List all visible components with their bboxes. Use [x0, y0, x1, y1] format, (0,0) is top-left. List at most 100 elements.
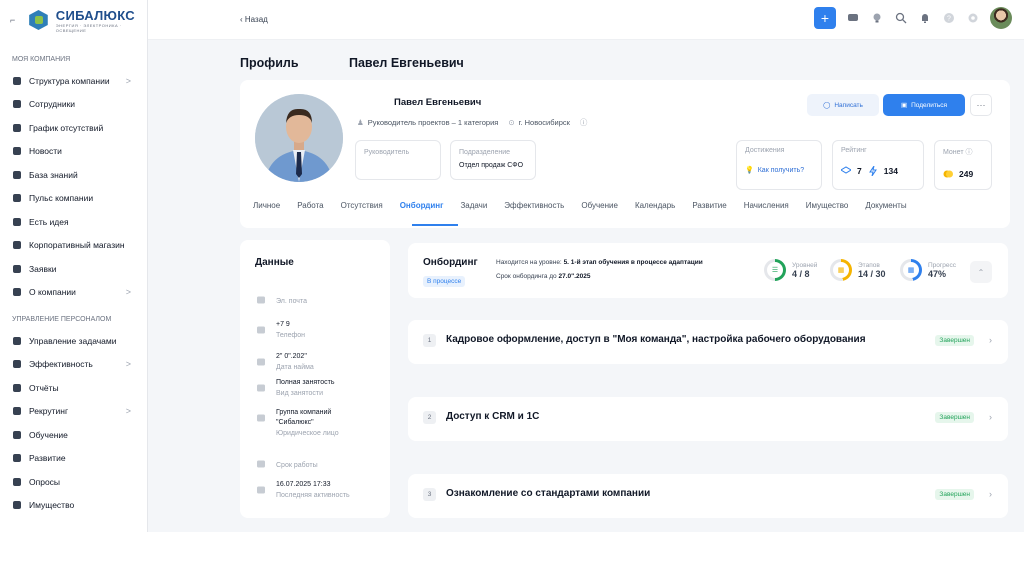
tab[interactable]: Начисления [744, 201, 789, 210]
sidebar-item[interactable]: Структура компании > [0, 69, 147, 93]
sidebar-item[interactable]: Есть идея [0, 210, 147, 234]
search-icon[interactable] [894, 11, 908, 25]
report-icon [12, 383, 22, 393]
location-icon: ⊙ [508, 118, 515, 127]
sidebar-item[interactable]: Эффективность > [0, 353, 147, 377]
share-icon: ▣ [900, 102, 908, 109]
info-icon[interactable]: ⓘ [580, 117, 588, 128]
logo-icon [29, 10, 48, 30]
manager-label: Руководитель [364, 149, 410, 156]
tab[interactable]: Онбординг [400, 201, 444, 210]
manager-box[interactable]: Руководитель [355, 140, 441, 180]
tab[interactable]: Задачи [460, 201, 487, 210]
onboarding-level: Находится на уровне: 5. 1-й этап обучени… [496, 259, 703, 266]
logo-row: ⌐ СИБАЛЮКС ЭНЕРГИЯ · ЭЛЕКТРОНИКА · ОСВЕЩ… [0, 0, 147, 40]
division-value: Отдел продаж СФО [459, 162, 524, 169]
progress-grid-icon: ▦ [903, 262, 919, 278]
tab[interactable]: Работа [297, 201, 323, 210]
help-icon[interactable]: ? [942, 11, 956, 25]
sidebar: ⌐ СИБАЛЮКС ЭНЕРГИЯ · ЭЛЕКТРОНИКА · ОСВЕЩ… [0, 0, 148, 532]
sidebar-item[interactable]: О компании > [0, 281, 147, 305]
stages-ring: ▦ [830, 259, 852, 281]
share-button[interactable]: ▣ Поделиться [883, 94, 965, 116]
tab[interactable]: Имущество [806, 201, 849, 210]
sidebar-item[interactable]: Пульс компании [0, 187, 147, 211]
stage-number: 1 [423, 334, 436, 347]
more-button[interactable]: ··· [970, 94, 992, 116]
progress-ring: ▦ [900, 259, 922, 281]
request-icon [12, 264, 22, 274]
sidebar-item[interactable]: Рекрутинг > [0, 400, 147, 424]
bulb-icon [12, 217, 22, 227]
chat-icon[interactable] [846, 11, 860, 25]
sidebar-item-label: Отчёты [29, 382, 59, 393]
message-icon: ◯ [823, 102, 831, 109]
onboarding-summary: Онбординг В процессе Находится на уровне… [408, 243, 1008, 298]
rating-label: Рейтинг [841, 147, 867, 154]
achievements-link[interactable]: 💡 Как получить? [745, 166, 813, 175]
tab[interactable]: Календарь [635, 201, 675, 210]
write-button[interactable]: ◯ Написать [807, 94, 879, 116]
stage-card-2[interactable]: 2 Доступ к CRM и 1С Завершен › [408, 397, 1008, 441]
stage-number: 2 [423, 411, 436, 424]
sidebar-item[interactable]: Развитие [0, 447, 147, 471]
bell-icon[interactable] [918, 11, 932, 25]
division-box[interactable]: Подразделение Отдел продаж СФО [450, 140, 536, 180]
tab[interactable]: Отсутствия [341, 201, 383, 210]
data-field-label: Телефон [276, 332, 306, 340]
sidebar-item[interactable]: Опросы [0, 470, 147, 494]
top-actions: + ? [814, 7, 1012, 29]
create-button[interactable]: + [814, 7, 836, 29]
levels-ring: ☰ [764, 259, 786, 281]
stage-card-3[interactable]: 3 Ознакомление со стандартами компании З… [408, 474, 1008, 518]
coins-box: Монет ⓘ 249 [934, 140, 992, 190]
mail-icon [256, 292, 266, 304]
onboarding-title: Онбординг [423, 257, 478, 268]
lightning-icon [868, 166, 878, 176]
sidebar-item-label: Обучение [29, 429, 68, 440]
sidebar-item[interactable]: Корпоративный магазин [0, 234, 147, 258]
chevron-right-icon[interactable]: › [989, 335, 992, 345]
stage-card-1[interactable]: 1 Кадровое оформление, доступ в "Моя ком… [408, 320, 1008, 364]
tab[interactable]: Развитие [692, 201, 726, 210]
tab[interactable]: Эффективность [504, 201, 564, 210]
person-name: Павел Евгеньевич [394, 97, 482, 108]
nav-group-hr: Управление задачами Эффективность > Отчёты Р… [0, 329, 147, 517]
sidebar-item-label: Пульс компании [29, 193, 94, 204]
tab[interactable]: Обучение [581, 201, 618, 210]
sidebar-item[interactable]: График отсутствий [0, 116, 147, 140]
settings-icon[interactable] [966, 11, 980, 25]
chevron-right-icon[interactable]: › [989, 412, 992, 422]
profile-tabs: Личное Работа Отсутствия Онбординг Задачи Эфф… [253, 201, 907, 210]
bulb-icon[interactable] [870, 11, 884, 25]
back-link[interactable]: ‹ Назад [240, 15, 268, 24]
sidebar-item[interactable]: Отчёты [0, 376, 147, 400]
tab[interactable]: Документы [865, 201, 906, 210]
data-field: Эл. почта [256, 290, 307, 305]
structure-icon [12, 76, 22, 86]
chevron-right-icon[interactable]: › [989, 489, 992, 499]
briefcase-icon [256, 380, 266, 392]
sidebar-item-label: Опросы [29, 476, 61, 487]
sidebar-item[interactable]: Имущество [0, 494, 147, 518]
sidebar-item-label: Эффективность [29, 359, 93, 370]
collapse-icon[interactable]: ⌃ [970, 261, 992, 283]
division-label: Подразделение [459, 149, 511, 156]
activity-icon [256, 482, 266, 494]
sidebar-item[interactable]: Новости [0, 140, 147, 164]
stages-value: 14 / 30 [858, 268, 886, 279]
collapse-sidebar-icon[interactable]: ⌐ [10, 15, 21, 25]
sidebar-item[interactable]: Обучение [0, 423, 147, 447]
sidebar-item[interactable]: База знаний [0, 163, 147, 187]
efficiency-icon [12, 359, 22, 369]
education-icon [12, 430, 22, 440]
sidebar-item[interactable]: Заявки [0, 257, 147, 281]
sidebar-item[interactable]: Сотрудники [0, 93, 147, 117]
sidebar-item-label: Управление задачами [29, 335, 117, 346]
user-avatar[interactable] [990, 7, 1012, 29]
coins-info-icon[interactable]: ⓘ [966, 149, 973, 156]
sidebar-item[interactable]: Управление задачами [0, 329, 147, 353]
logo-tagline: ЭНЕРГИЯ · ЭЛЕКТРОНИКА · ОСВЕЩЕНИЕ [55, 22, 122, 33]
tab[interactable]: Личное [253, 201, 280, 210]
chevron-right-icon: > [125, 75, 131, 86]
